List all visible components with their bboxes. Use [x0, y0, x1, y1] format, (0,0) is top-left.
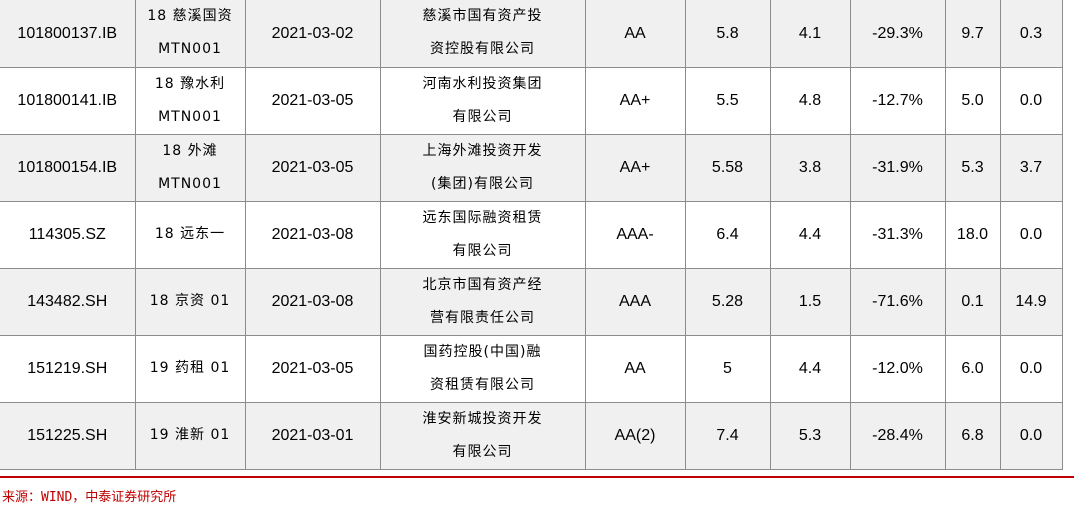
date-cell: 2021-03-05 [245, 335, 381, 403]
value-cell-1: 5.58 [685, 134, 771, 202]
issuer-cell: 慈溪市国有资产投 资控股有限公司 [380, 0, 586, 68]
table-row: 114305.SZ 18 远东一 2021-03-08 远东国际融资租赁 有限公司 AA… [0, 201, 1063, 269]
value-cell-1: 7.4 [685, 402, 771, 470]
value-cell-3: 6.8 [945, 402, 1001, 470]
rating-cell: AAA [585, 268, 686, 336]
value-cell-1: 5.5 [685, 67, 771, 135]
issuer-cell: 淮安新城投资开发 有限公司 [380, 402, 586, 470]
bond-code-cell: 143482.SH [0, 268, 136, 336]
bond-name-cell: 19 淮新 01 [135, 402, 246, 470]
value-cell-2: 1.5 [770, 268, 851, 336]
bond-code-cell: 114305.SZ [0, 201, 136, 269]
bond-code-cell: 101800137.IB [0, 0, 136, 68]
value-cell-4: 3.7 [1000, 134, 1063, 202]
rating-cell: AA(2) [585, 402, 686, 470]
value-cell-4: 0.0 [1000, 201, 1063, 269]
change-pct-cell: -31.3% [850, 201, 946, 269]
rating-cell: AAA- [585, 201, 686, 269]
date-cell: 2021-03-08 [245, 268, 381, 336]
value-cell-3: 5.0 [945, 67, 1001, 135]
value-cell-3: 9.7 [945, 0, 1001, 68]
value-cell-4: 0.0 [1000, 335, 1063, 403]
rating-cell: AA+ [585, 134, 686, 202]
value-cell-4: 0.0 [1000, 402, 1063, 470]
table-body: 101800137.IB 18 慈溪国资 MTN001 2021-03-02 慈溪市国… [0, 0, 1063, 470]
date-cell: 2021-03-05 [245, 134, 381, 202]
value-cell-1: 5.28 [685, 268, 771, 336]
value-cell-2: 4.4 [770, 335, 851, 403]
rating-cell: AA [585, 335, 686, 403]
bond-name-cell: 18 远东一 [135, 201, 246, 269]
change-pct-cell: -12.7% [850, 67, 946, 135]
value-cell-3: 0.1 [945, 268, 1001, 336]
source-note: 来源：WIND，中泰证券研究所 [2, 490, 177, 505]
bond-name-cell: 18 豫水利 MTN001 [135, 67, 246, 135]
date-cell: 2021-03-08 [245, 201, 381, 269]
change-pct-cell: -28.4% [850, 402, 946, 470]
value-cell-4: 0.3 [1000, 0, 1063, 68]
table-row: 151219.SH 19 药租 01 2021-03-05 国药控股(中国)融 资租赁… [0, 335, 1063, 403]
bond-name-cell: 18 外滩 MTN001 [135, 134, 246, 202]
date-cell: 2021-03-01 [245, 402, 381, 470]
rating-cell: AA [585, 0, 686, 68]
value-cell-1: 5.8 [685, 0, 771, 68]
value-cell-1: 6.4 [685, 201, 771, 269]
rating-cell: AA+ [585, 67, 686, 135]
table-row: 101800137.IB 18 慈溪国资 MTN001 2021-03-02 慈溪市国… [0, 0, 1063, 68]
bond-table: 101800137.IB 18 慈溪国资 MTN001 2021-03-02 慈溪市国… [0, 0, 1063, 470]
value-cell-2: 5.3 [770, 402, 851, 470]
table-row: 151225.SH 19 淮新 01 2021-03-01 淮安新城投资开发 有限公司… [0, 402, 1063, 470]
value-cell-3: 6.0 [945, 335, 1001, 403]
change-pct-cell: -71.6% [850, 268, 946, 336]
issuer-cell: 北京市国有资产经 营有限责任公司 [380, 268, 586, 336]
change-pct-cell: -12.0% [850, 335, 946, 403]
issuer-cell: 远东国际融资租赁 有限公司 [380, 201, 586, 269]
bond-code-cell: 151225.SH [0, 402, 136, 470]
issuer-cell: 上海外滩投资开发 (集团)有限公司 [380, 134, 586, 202]
table-row: 101800141.IB 18 豫水利 MTN001 2021-03-05 河南水利投… [0, 67, 1063, 135]
date-cell: 2021-03-05 [245, 67, 381, 135]
date-cell: 2021-03-02 [245, 0, 381, 68]
bond-table-container: 101800137.IB 18 慈溪国资 MTN001 2021-03-02 慈溪市国… [0, 0, 1063, 470]
value-cell-4: 14.9 [1000, 268, 1063, 336]
bond-name-cell: 18 慈溪国资 MTN001 [135, 0, 246, 68]
issuer-cell: 国药控股(中国)融 资租赁有限公司 [380, 335, 586, 403]
value-cell-2: 4.8 [770, 67, 851, 135]
table-row: 143482.SH 18 京资 01 2021-03-08 北京市国有资产经 营有限责… [0, 268, 1063, 336]
value-cell-3: 5.3 [945, 134, 1001, 202]
value-cell-1: 5 [685, 335, 771, 403]
change-pct-cell: -29.3% [850, 0, 946, 68]
table-row: 101800154.IB 18 外滩 MTN001 2021-03-05 上海外滩投资… [0, 134, 1063, 202]
bottom-rule [0, 476, 1074, 478]
bond-code-cell: 101800141.IB [0, 67, 136, 135]
bond-code-cell: 101800154.IB [0, 134, 136, 202]
change-pct-cell: -31.9% [850, 134, 946, 202]
value-cell-2: 4.4 [770, 201, 851, 269]
value-cell-3: 18.0 [945, 201, 1001, 269]
bond-name-cell: 19 药租 01 [135, 335, 246, 403]
value-cell-2: 3.8 [770, 134, 851, 202]
issuer-cell: 河南水利投资集团 有限公司 [380, 67, 586, 135]
value-cell-2: 4.1 [770, 0, 851, 68]
bond-name-cell: 18 京资 01 [135, 268, 246, 336]
value-cell-4: 0.0 [1000, 67, 1063, 135]
bond-code-cell: 151219.SH [0, 335, 136, 403]
